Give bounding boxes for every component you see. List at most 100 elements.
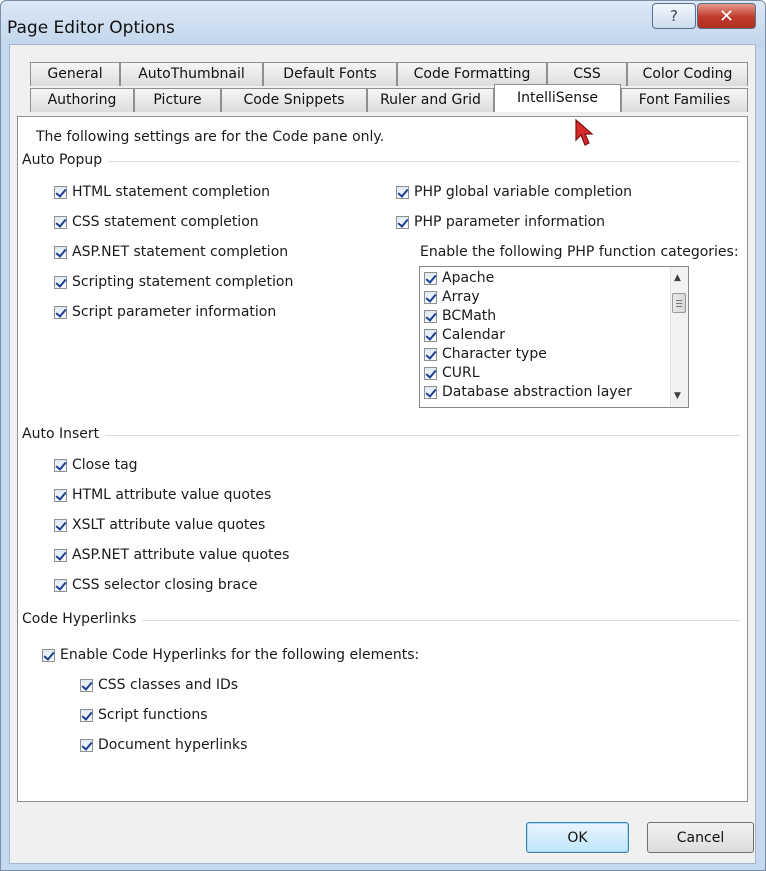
list-item[interactable]: Calendar [424, 327, 505, 343]
checkbox-label: Close tag [72, 457, 138, 473]
scrollbar-thumb[interactable] [672, 293, 686, 313]
checkbox-label: HTML statement completion [72, 184, 271, 200]
tab-css[interactable]: CSS [547, 62, 627, 86]
mouse-cursor-icon [575, 118, 594, 146]
tab-code-snippets[interactable]: Code Snippets [221, 88, 367, 112]
checkbox-label: Script parameter information [72, 304, 277, 320]
checkbox-label: XSLT attribute value quotes [72, 517, 266, 533]
html-statement-completion-checkbox[interactable]: HTML statement completion [54, 184, 270, 200]
grip-line [676, 303, 682, 304]
scroll-up-icon[interactable]: ▲ [674, 273, 681, 283]
checkbox-checked-icon [54, 275, 67, 289]
close-icon: ✕ [718, 5, 735, 27]
checkbox-checked-icon [424, 290, 437, 304]
tab-ruler-and-grid[interactable]: Ruler and Grid [367, 88, 494, 112]
checkbox-checked-icon [424, 366, 437, 380]
auto-popup-heading: Auto Popup [22, 152, 109, 168]
enable-code-hyperlinks-checkbox[interactable]: Enable Code Hyperlinks for the following… [42, 647, 419, 663]
scripting-statement-completion-checkbox[interactable]: Scripting statement completion [54, 274, 293, 290]
html-attribute-value-quotes-checkbox[interactable]: HTML attribute value quotes [54, 487, 271, 503]
checkbox-checked-icon [54, 245, 67, 259]
tab-authoring[interactable]: Authoring [30, 88, 134, 112]
checkbox-label: Enable Code Hyperlinks for the following… [60, 647, 420, 663]
list-item-label: Apache [442, 270, 495, 286]
checkbox-checked-icon [396, 215, 409, 229]
help-icon: ? [670, 7, 678, 25]
checkbox-label: ASP.NET attribute value quotes [72, 547, 290, 563]
checkbox-checked-icon [80, 708, 93, 722]
cancel-button[interactable]: Cancel [647, 822, 754, 853]
checkbox-label: ASP.NET statement completion [72, 244, 289, 260]
tab-general[interactable]: General [30, 62, 120, 86]
tab-color-coding[interactable]: Color Coding [627, 62, 748, 86]
listbox-scrollbar[interactable]: ▲ ▼ [670, 267, 688, 407]
css-classes-and-ids-checkbox[interactable]: CSS classes and IDs [80, 677, 238, 693]
php-parameter-information-checkbox[interactable]: PHP parameter information [396, 214, 605, 230]
tab-autothumbnail[interactable]: AutoThumbnail [120, 62, 263, 86]
intellisense-panel: The following settings are for the Code … [17, 116, 748, 802]
php-global-variable-completion-checkbox[interactable]: PHP global variable completion [396, 184, 632, 200]
css-statement-completion-checkbox[interactable]: CSS statement completion [54, 214, 259, 230]
checkbox-label: Script functions [98, 707, 208, 723]
ok-button[interactable]: OK [526, 822, 629, 853]
checkbox-checked-icon [54, 578, 67, 592]
checkbox-checked-icon [424, 347, 437, 361]
checkbox-label: Scripting statement completion [72, 274, 294, 290]
script-functions-checkbox[interactable]: Script functions [80, 707, 208, 723]
code-hyperlinks-group: Code Hyperlinks [22, 611, 740, 629]
checkbox-checked-icon [54, 305, 67, 319]
checkbox-label: Document hyperlinks [98, 737, 248, 753]
tab-default-fonts[interactable]: Default Fonts [263, 62, 397, 86]
checkbox-label: CSS classes and IDs [98, 677, 239, 693]
code-hyperlinks-heading: Code Hyperlinks [22, 611, 143, 627]
list-item[interactable]: Array [424, 289, 480, 305]
checkbox-checked-icon [54, 488, 67, 502]
list-item[interactable]: Database abstraction layer [424, 384, 632, 400]
checkbox-checked-icon [80, 678, 93, 692]
document-hyperlinks-checkbox[interactable]: Document hyperlinks [80, 737, 247, 753]
list-item-label: Character type [442, 346, 547, 362]
checkbox-checked-icon [424, 271, 437, 285]
tab-font-families[interactable]: Font Families [621, 88, 748, 112]
xslt-attribute-value-quotes-checkbox[interactable]: XSLT attribute value quotes [54, 517, 265, 533]
tab-picture[interactable]: Picture [134, 88, 221, 112]
list-item-label: Array [442, 289, 480, 305]
title-bar[interactable]: Page Editor Options ? ✕ [1, 1, 765, 45]
scroll-down-icon[interactable]: ▼ [674, 391, 681, 401]
help-button[interactable]: ? [652, 3, 696, 29]
auto-insert-group: Auto Insert [22, 426, 740, 444]
php-categories-listbox[interactable]: Apache Array BCMath Calendar Character t… [419, 266, 689, 408]
list-item-label: CURL [442, 365, 480, 381]
checkbox-checked-icon [80, 738, 93, 752]
list-item[interactable]: CURL [424, 365, 480, 381]
group-divider [22, 435, 740, 436]
checkbox-checked-icon [396, 185, 409, 199]
aspnet-statement-completion-checkbox[interactable]: ASP.NET statement completion [54, 244, 288, 260]
checkbox-checked-icon [424, 309, 437, 323]
checkbox-checked-icon [424, 328, 437, 342]
checkbox-label: CSS selector closing brace [72, 577, 258, 593]
tab-intellisense[interactable]: IntelliSense [494, 84, 621, 112]
list-item[interactable]: BCMath [424, 308, 496, 324]
checkbox-checked-icon [54, 548, 67, 562]
script-parameter-information-checkbox[interactable]: Script parameter information [54, 304, 276, 320]
close-button[interactable]: ✕ [697, 3, 756, 29]
close-tag-checkbox[interactable]: Close tag [54, 457, 138, 473]
list-item[interactable]: Apache [424, 270, 494, 286]
tab-code-formatting[interactable]: Code Formatting [397, 62, 547, 86]
checkbox-checked-icon [424, 385, 437, 399]
checkbox-label: PHP parameter information [414, 214, 606, 230]
list-item[interactable]: Character type [424, 346, 547, 362]
checkbox-checked-icon [54, 215, 67, 229]
php-categories-label: Enable the following PHP function catego… [420, 244, 739, 260]
auto-insert-heading: Auto Insert [22, 426, 106, 442]
group-divider [22, 161, 740, 162]
checkbox-checked-icon [54, 458, 67, 472]
list-item-label: BCMath [442, 308, 497, 324]
css-selector-closing-brace-checkbox[interactable]: CSS selector closing brace [54, 577, 257, 593]
auto-popup-group: Auto Popup [22, 152, 740, 170]
aspnet-attribute-value-quotes-checkbox[interactable]: ASP.NET attribute value quotes [54, 547, 289, 563]
grip-line [676, 306, 682, 307]
list-item-label: Database abstraction layer [442, 384, 632, 400]
window-title: Page Editor Options [7, 18, 175, 38]
